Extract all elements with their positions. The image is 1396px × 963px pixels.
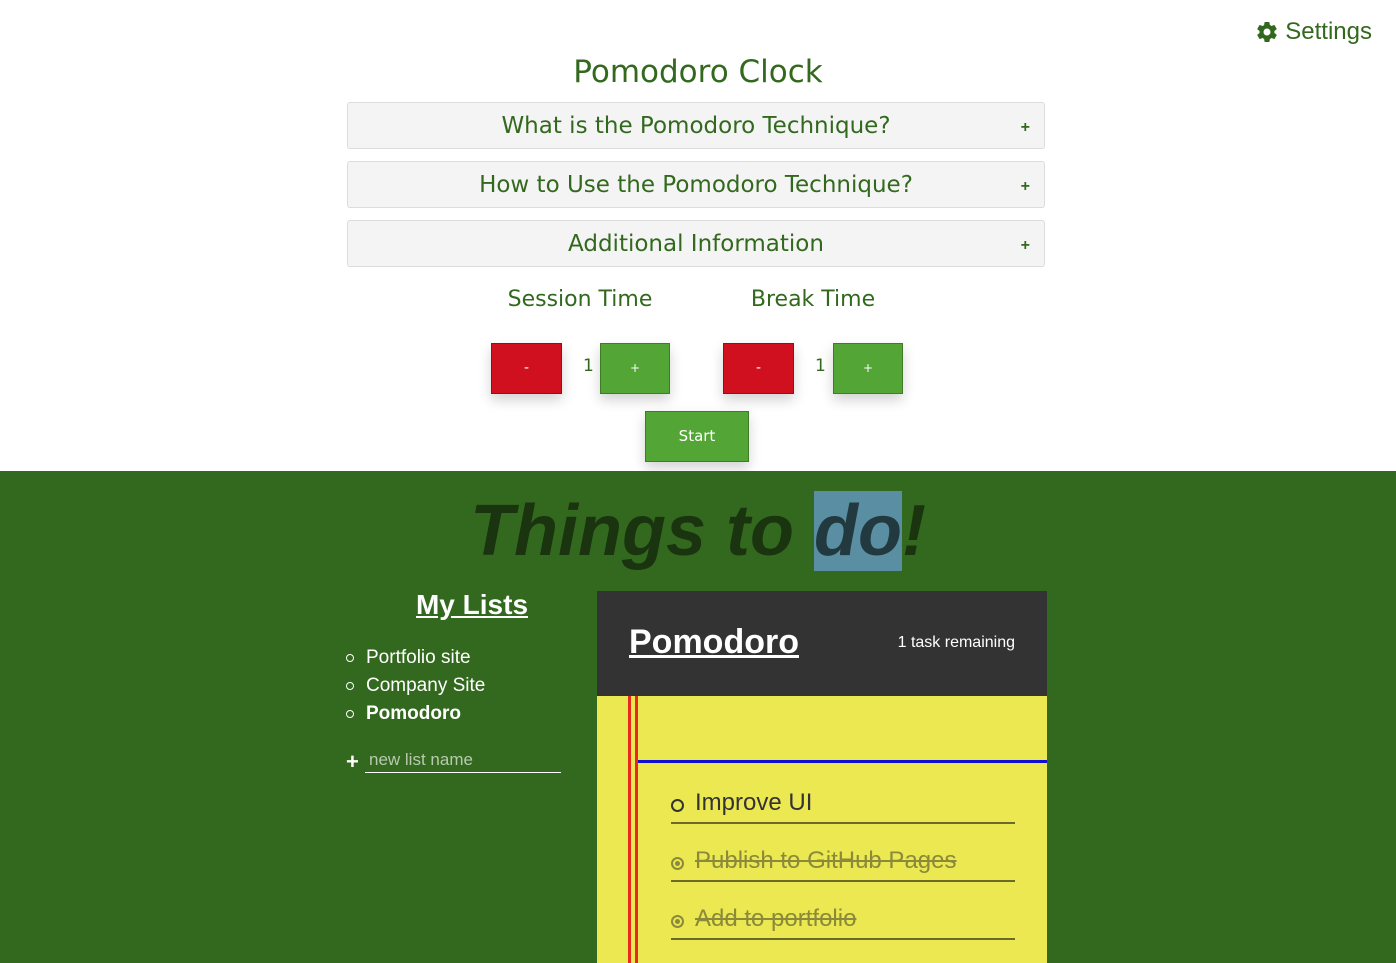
- accordion-what-is[interactable]: What is the Pomodoro Technique? +: [347, 102, 1045, 149]
- todo-title-highlight: do: [813, 491, 902, 571]
- lists-nav: Portfolio site Company Site Pomodoro: [345, 644, 485, 728]
- expand-plus-icon: +: [1020, 119, 1030, 136]
- list-panel: Pomodoro 1 task remaining Improve UI Pub…: [597, 591, 1047, 963]
- expand-plus-icon: +: [1020, 237, 1030, 254]
- session-time-value: 1: [583, 356, 594, 376]
- task-item[interactable]: Improve UI: [671, 788, 1015, 824]
- list-panel-header: Pomodoro 1 task remaining: [597, 591, 1047, 696]
- todo-title-before: Things to: [470, 491, 814, 571]
- my-lists-title: My Lists: [415, 589, 529, 620]
- task-checkbox[interactable]: [671, 857, 684, 870]
- margin-line: [635, 696, 638, 963]
- new-list-input[interactable]: [365, 747, 561, 773]
- break-time-label: Break Time: [750, 287, 876, 312]
- todo-section: Things to do! My Lists Portfolio site Co…: [0, 471, 1396, 963]
- settings-button[interactable]: Settings: [1255, 18, 1372, 46]
- accordion-how-to-use[interactable]: How to Use the Pomodoro Technique? +: [347, 161, 1045, 208]
- list-item-pomodoro[interactable]: Pomodoro: [345, 700, 485, 728]
- accordion-label: Additional Information: [568, 231, 824, 257]
- session-increment-button[interactable]: +: [600, 343, 670, 394]
- session-time-label: Session Time: [507, 287, 653, 312]
- accordion-additional-info[interactable]: Additional Information +: [347, 220, 1045, 267]
- plus-icon[interactable]: +: [346, 751, 359, 773]
- list-item-company-site[interactable]: Company Site: [345, 672, 485, 700]
- accordion-label: How to Use the Pomodoro Technique?: [479, 172, 913, 198]
- task-checkbox[interactable]: [671, 799, 684, 812]
- task-text: Publish to GitHub Pages: [695, 847, 957, 874]
- accordion-label: What is the Pomodoro Technique?: [501, 113, 891, 139]
- todo-title: Things to do!: [0, 491, 1396, 571]
- clock-title: Pomodoro Clock: [573, 54, 823, 90]
- break-decrement-button[interactable]: -: [723, 343, 794, 394]
- header-rule: [638, 760, 1047, 763]
- start-button[interactable]: Start: [645, 411, 749, 462]
- expand-plus-icon: +: [1020, 178, 1030, 195]
- list-panel-title: Pomodoro: [629, 623, 799, 661]
- break-time-value: 1: [815, 356, 826, 376]
- task-item[interactable]: Publish to GitHub Pages: [671, 846, 1015, 882]
- margin-line: [628, 696, 631, 963]
- new-list-form: +: [346, 747, 561, 774]
- task-text: Add to portfolio: [695, 905, 857, 932]
- task-text: Improve UI: [695, 789, 813, 816]
- list-item-portfolio-site[interactable]: Portfolio site: [345, 644, 485, 672]
- notepad-paper: Improve UI Publish to GitHub Pages Add t…: [597, 696, 1047, 963]
- session-decrement-button[interactable]: -: [491, 343, 562, 394]
- tasks-remaining: 1 task remaining: [897, 634, 1015, 651]
- task-item[interactable]: Add to portfolio: [671, 904, 1015, 940]
- todo-title-after: !: [901, 491, 926, 571]
- break-increment-button[interactable]: +: [833, 343, 903, 394]
- task-checkbox[interactable]: [671, 915, 684, 928]
- settings-label: Settings: [1285, 18, 1372, 45]
- gear-icon: [1257, 22, 1278, 43]
